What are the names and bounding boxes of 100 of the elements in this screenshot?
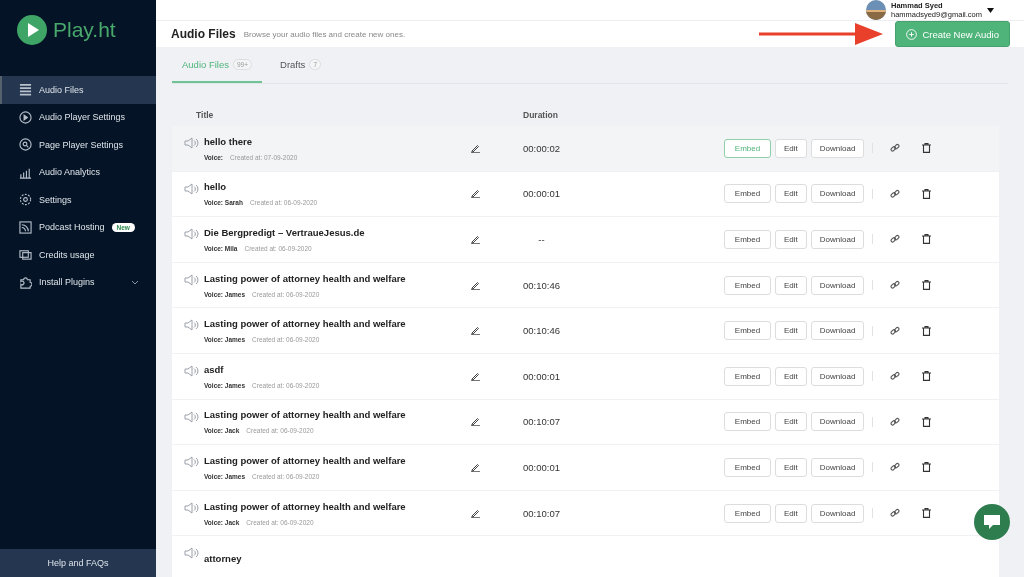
edit-button[interactable]: Edit [775,321,807,341]
page-subtitle: Browse your audio files and create new ones. [243,29,407,39]
speaker-icon [184,410,199,423]
caret-icon[interactable] [987,7,994,13]
sidebar-item[interactable]: Install Plugins [0,268,156,296]
audio-title: hello [204,181,228,193]
embed-button[interactable]: Embed [724,275,771,295]
edit-button[interactable]: Edit [775,184,807,204]
download-button[interactable]: Download [810,230,865,249]
link-icon[interactable] [890,234,901,245]
audio-title: Lasting power of attorney health and welfare [204,454,407,466]
edit-icon[interactable] [471,235,480,244]
puzzle-icon [19,275,32,289]
trash-icon[interactable] [922,325,932,336]
duration: 00:10:07 [522,416,561,428]
download-button[interactable]: Download [810,366,865,386]
speaker-icon [184,182,199,195]
column-header: Duration [523,110,558,120]
column-header: Title [195,110,215,120]
speaker-icon [184,228,199,241]
download-button[interactable]: Download [810,321,865,341]
trash-icon[interactable] [922,371,932,382]
download-button[interactable]: Download [810,457,865,477]
chat-icon [983,514,1001,530]
chat-button[interactable] [974,504,1010,540]
edit-icon[interactable] [471,508,480,518]
link-icon[interactable] [890,462,901,473]
trash-icon[interactable] [922,462,932,473]
embed-button[interactable]: Embed [724,457,771,477]
edit-icon[interactable] [471,143,480,153]
page-title: Audio Files [171,27,236,41]
edit-button[interactable]: Edit [775,457,807,477]
duration: 00:00:01 [522,461,561,473]
embed-button[interactable]: Embed [724,366,771,386]
edit-icon[interactable] [471,189,480,199]
settings-icon [19,193,32,207]
sidebar-item[interactable]: Audio Analytics [0,158,156,186]
logo-text: Play.ht [53,18,116,42]
cards-icon [19,248,32,262]
embed-button[interactable]: Embed [724,184,771,204]
avatar[interactable] [866,0,886,20]
help-link[interactable]: Help and FAQs [0,549,156,577]
speaker-icon [184,547,199,560]
download-button[interactable]: Download [810,275,865,295]
trash-icon[interactable] [922,188,932,199]
speaker-icon [184,319,199,332]
audio-title: Die Bergpredigt – VertraueJesus.de [204,227,366,238]
speaker-icon [184,364,199,377]
logo-icon [17,15,47,45]
download-button[interactable]: Download [810,503,865,523]
link-icon[interactable] [890,508,901,519]
sidebar-item[interactable]: Page Player Settings [0,131,156,159]
sidebar-item[interactable]: Audio Files [0,76,156,104]
table-row[interactable]: attorney [172,536,999,577]
speaker-icon [184,137,199,149]
sidebar-item[interactable]: Credits usage [0,241,156,269]
plus-circle-icon [906,28,918,40]
download-button[interactable]: Download [810,184,865,204]
audio-title: Lasting power of attorney health and welfare [204,409,407,421]
edit-icon[interactable] [471,326,480,336]
embed-button[interactable]: Embed [724,503,771,523]
duration: 00:10:07 [522,507,561,519]
trash-icon[interactable] [922,234,932,245]
sidebar-item[interactable]: Audio Player Settings [0,103,156,131]
edit-button[interactable]: Edit [775,138,807,158]
duration: 00:00:01 [522,188,561,200]
edit-button[interactable]: Edit [775,275,807,295]
duration: 00:10:46 [522,279,561,291]
link-icon[interactable] [890,143,901,154]
download-button[interactable]: Download [810,412,865,432]
download-button[interactable]: Download [810,138,865,158]
embed-button[interactable]: Embed [724,321,771,341]
edit-button[interactable]: Edit [775,412,807,432]
duration: 00:00:02 [522,142,561,154]
edit-icon[interactable] [471,462,480,472]
rss-icon [19,220,32,234]
trash-icon[interactable] [922,143,932,154]
trash-icon[interactable] [922,416,932,427]
embed-button[interactable]: Embed [724,412,771,432]
audio-title: Lasting power of attorney health and welfare [204,318,407,330]
edit-icon[interactable] [471,280,480,290]
edit-button[interactable]: Edit [775,366,807,386]
sidebar-item[interactable]: Settings [0,186,156,214]
trash-icon[interactable] [922,280,932,291]
audio-title: Lasting power of attorney health and welfare [204,272,407,284]
embed-button[interactable]: Embed [724,230,771,249]
edit-icon[interactable] [471,371,480,381]
tab-label: Audio Files [182,58,229,70]
trash-icon[interactable] [922,508,932,519]
link-icon[interactable] [890,371,901,382]
audio-title: attorney [204,553,243,565]
tab-label: Drafts [280,58,306,70]
magnifier-circle-icon [19,138,32,152]
link-icon[interactable] [890,416,901,427]
link-icon[interactable] [890,188,901,199]
link-icon[interactable] [890,325,901,336]
link-icon[interactable] [890,280,901,291]
edit-button[interactable]: Edit [775,503,807,523]
edit-icon[interactable] [471,417,480,427]
edit-button[interactable]: Edit [775,230,807,249]
